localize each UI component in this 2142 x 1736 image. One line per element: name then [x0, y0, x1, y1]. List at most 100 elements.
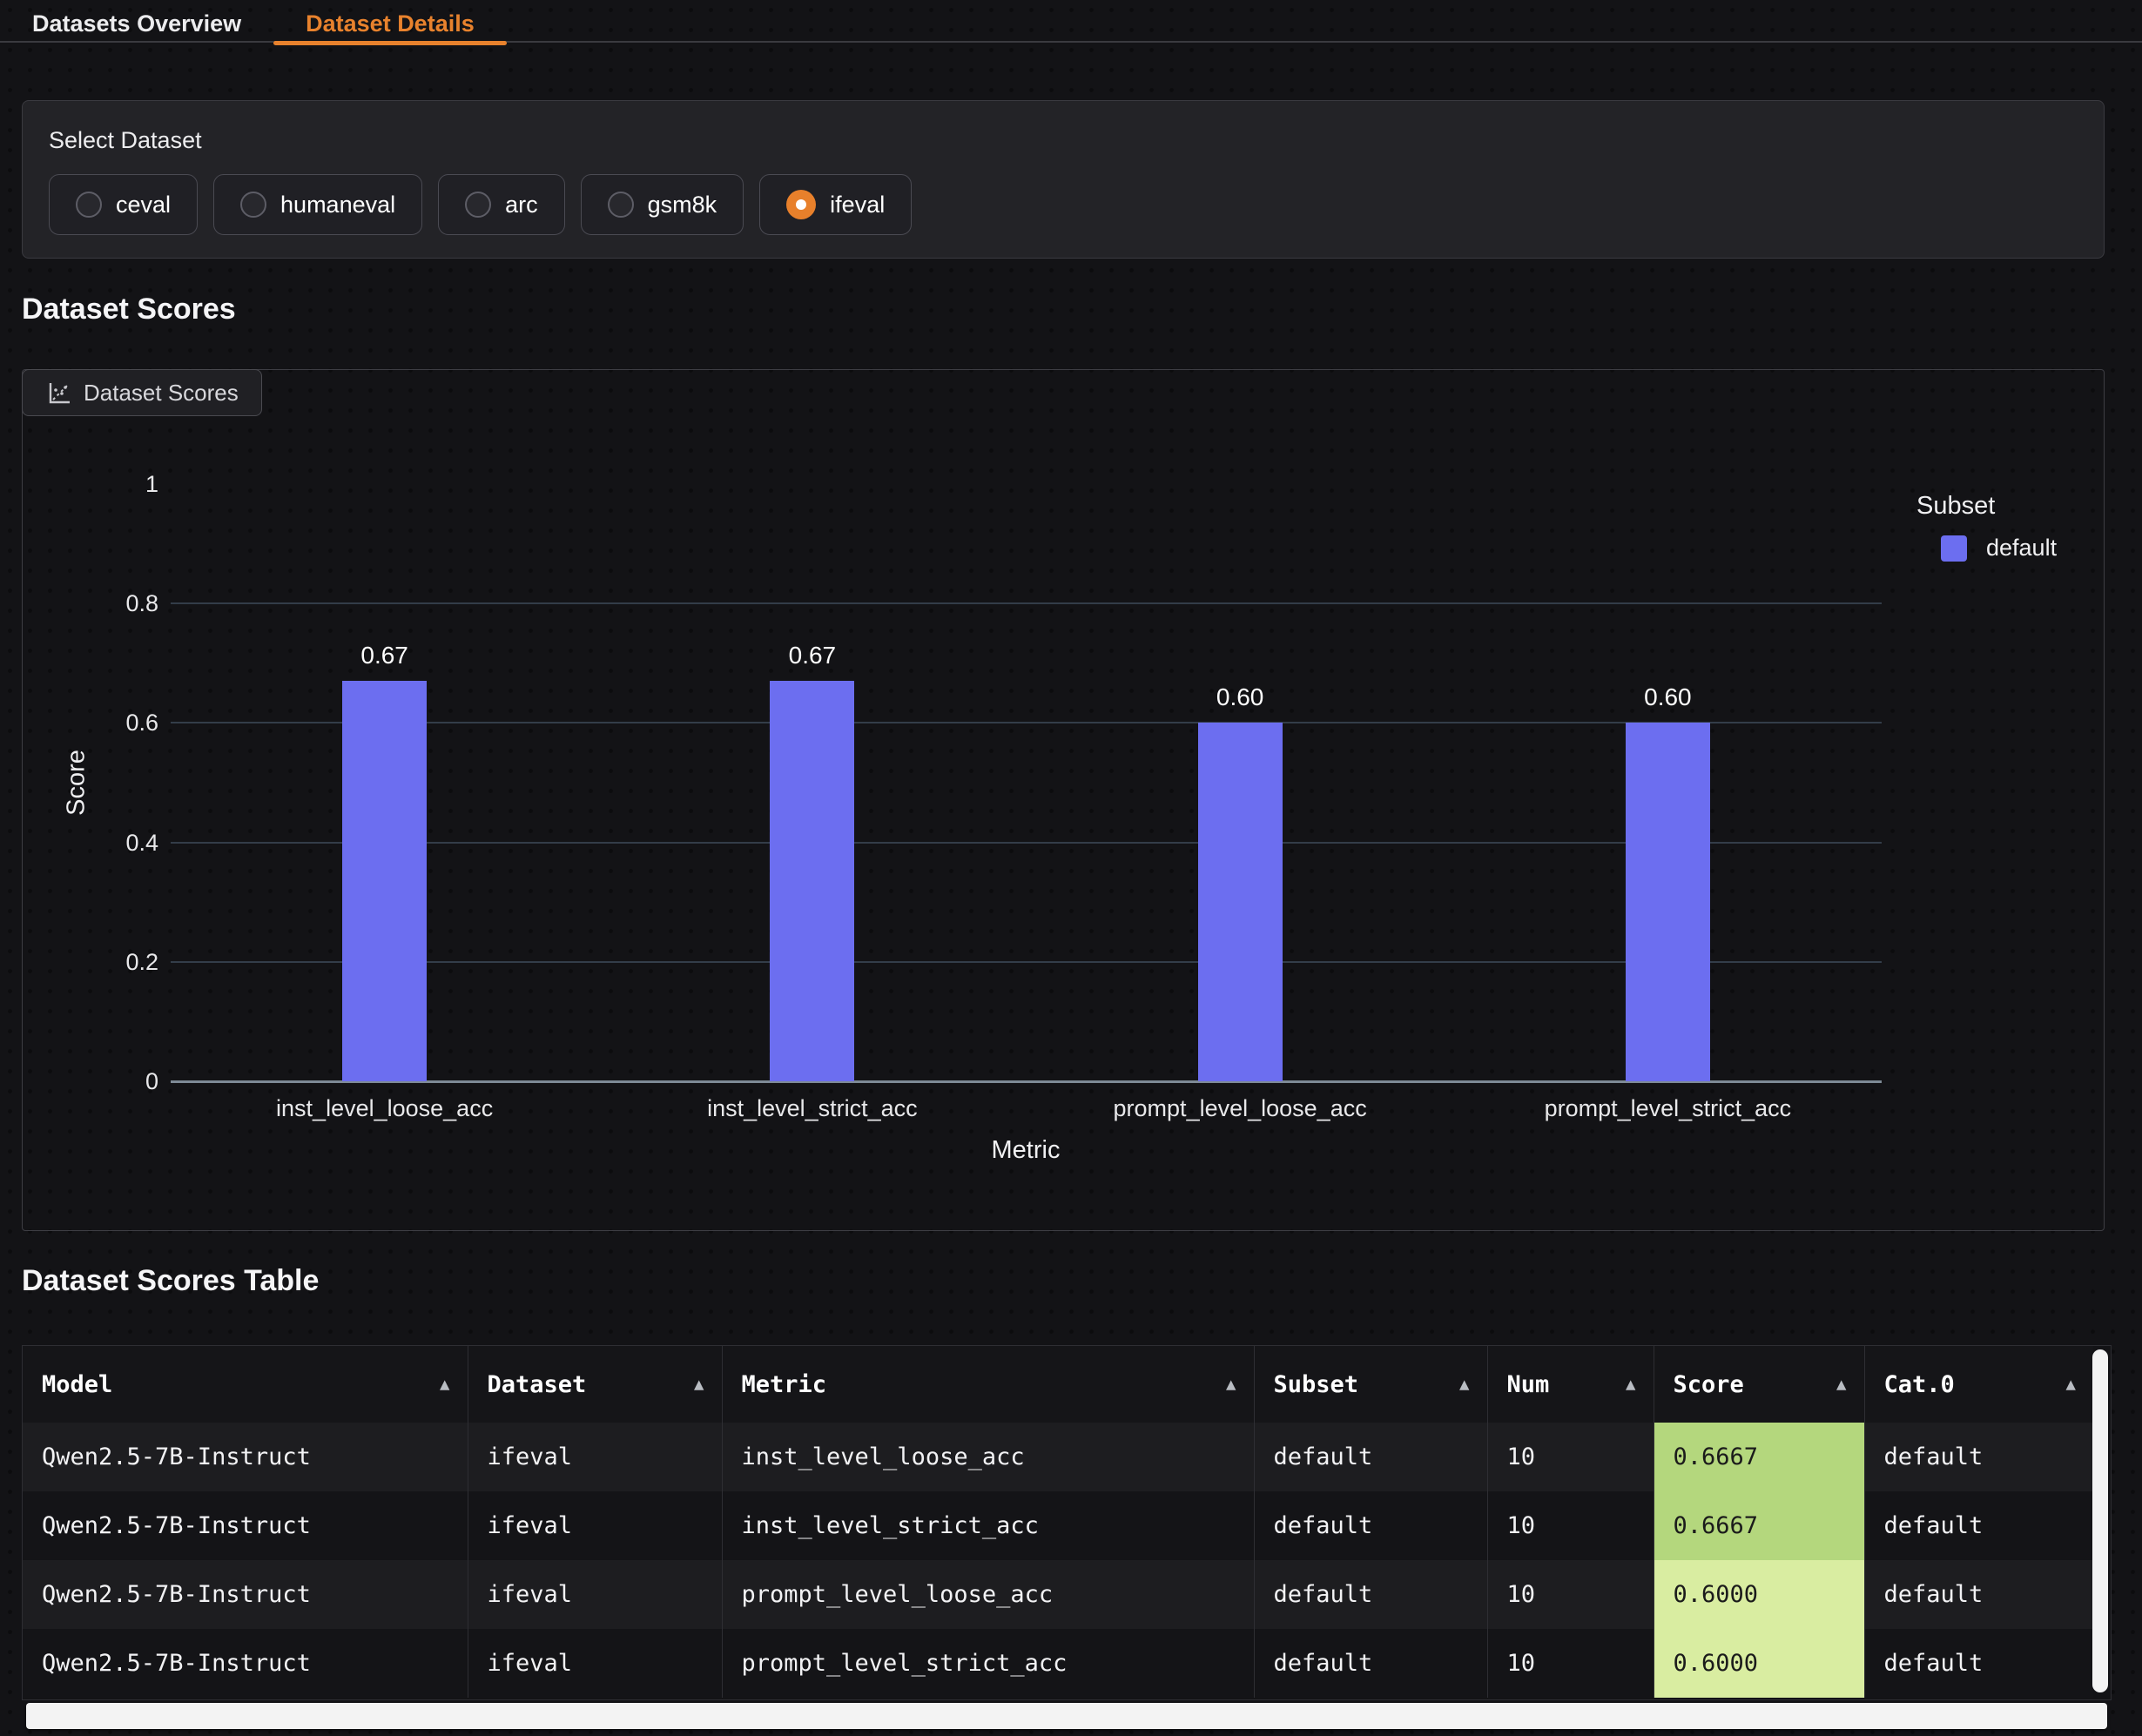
cell-subset: default: [1254, 1629, 1487, 1698]
chart-bar: [1626, 723, 1710, 1081]
column-header-label: Dataset: [488, 1371, 587, 1398]
column-header-num[interactable]: Num ▲: [1487, 1346, 1654, 1423]
tab-dataset-details[interactable]: Dataset Details: [273, 0, 507, 43]
y-axis-tick-label: 0.2: [54, 948, 158, 976]
sort-asc-icon: ▲: [1226, 1375, 1236, 1394]
legend-swatch-icon: [1941, 535, 1967, 562]
dataset-option-label: arc: [505, 192, 538, 219]
radio-unselected-icon: [76, 192, 102, 218]
bar-value-label: 0.67: [789, 642, 837, 670]
y-axis-tick-label: 1: [54, 470, 158, 498]
chart-bar: [1198, 723, 1283, 1081]
dataset-option-ceval[interactable]: ceval: [49, 174, 198, 235]
column-header-score[interactable]: Score ▲: [1654, 1346, 1864, 1423]
sort-asc-icon: ▲: [440, 1375, 449, 1394]
cell-model: Qwen2.5-7B-Instruct: [23, 1560, 468, 1629]
dataset-option-label: humaneval: [280, 192, 395, 219]
chart-bar: [770, 681, 854, 1081]
column-header-label: Metric: [742, 1371, 827, 1398]
cell-subset: default: [1254, 1491, 1487, 1560]
column-header-cat-0[interactable]: Cat.0▲: [1864, 1346, 2093, 1423]
cell-metric: prompt_level_strict_acc: [722, 1629, 1254, 1698]
x-axis-tick-label: inst_level_strict_acc: [707, 1095, 918, 1122]
dataset-radio-group: ceval humaneval arc gsm8k ifeval: [49, 174, 912, 235]
bar-value-label: 0.67: [360, 642, 408, 670]
y-axis-tick-label: 0.4: [54, 829, 158, 857]
cell-model: Qwen2.5-7B-Instruct: [23, 1491, 468, 1560]
column-header-metric[interactable]: Metric ▲: [722, 1346, 1254, 1423]
legend-item[interactable]: default: [1941, 535, 2057, 562]
cell-score: 0.6667: [1654, 1491, 1864, 1560]
cell-dataset: ifeval: [468, 1629, 722, 1698]
column-header-label: Subset: [1274, 1371, 1359, 1398]
dataset-scores-heading: Dataset Scores: [22, 293, 236, 326]
dataset-scores-table: Model▲Dataset▲Metric▲Subset▲Num▲Score▲Ca…: [22, 1345, 2112, 1700]
y-axis-tick-label: 0.6: [54, 709, 158, 737]
dataset-option-humaneval[interactable]: humaneval: [213, 174, 422, 235]
table-vertical-scrollbar[interactable]: [2092, 1349, 2108, 1692]
cell-score: 0.6667: [1654, 1423, 1864, 1491]
dataset-option-label: ceval: [116, 192, 171, 219]
dataset-option-gsm8k[interactable]: gsm8k: [581, 174, 744, 235]
scores-table: Model▲Dataset▲Metric▲Subset▲Num▲Score▲Ca…: [23, 1346, 2093, 1698]
tab-datasets-overview[interactable]: Datasets Overview: [0, 0, 273, 43]
cell-metric: inst_level_loose_acc: [722, 1423, 1254, 1491]
chart-legend: Subset default: [1916, 492, 2057, 562]
cell-cat0: default: [1864, 1629, 2093, 1698]
table-header-row: Model▲Dataset▲Metric▲Subset▲Num▲Score▲Ca…: [23, 1346, 2093, 1423]
cell-metric: inst_level_strict_acc: [722, 1491, 1254, 1560]
dataset-scores-table-heading: Dataset Scores Table: [22, 1264, 319, 1298]
radio-unselected-icon: [465, 192, 491, 218]
sort-asc-icon: ▲: [1836, 1375, 1846, 1394]
table-horizontal-scrollbar[interactable]: [26, 1703, 2107, 1729]
dataset-scores-chart-panel: Dataset Scores Score Metric Subset defau…: [22, 369, 2105, 1231]
legend-item-label: default: [1986, 535, 2057, 562]
table-row: Qwen2.5-7B-Instructifevalprompt_level_st…: [23, 1629, 2093, 1698]
sort-asc-icon: ▲: [1459, 1375, 1469, 1394]
cell-dataset: ifeval: [468, 1491, 722, 1560]
cell-model: Qwen2.5-7B-Instruct: [23, 1423, 468, 1491]
cell-score: 0.6000: [1654, 1560, 1864, 1629]
table-row: Qwen2.5-7B-Instructifevalinst_level_stri…: [23, 1491, 2093, 1560]
chart-bar: [342, 681, 427, 1081]
bar-chart: Score Metric Subset default 00.20.40.60.…: [23, 370, 2104, 1230]
tab-bar: Datasets Overview Dataset Details: [0, 0, 2142, 43]
cell-subset: default: [1254, 1560, 1487, 1629]
cell-cat0: default: [1864, 1560, 2093, 1629]
sort-asc-icon: ▲: [1626, 1375, 1635, 1394]
dataset-option-label: gsm8k: [648, 192, 717, 219]
y-axis-tick-label: 0: [54, 1067, 158, 1095]
column-header-model[interactable]: Model ▲: [23, 1346, 468, 1423]
dataset-option-label: ifeval: [830, 192, 885, 219]
chart-gridline: [171, 602, 1882, 604]
column-header-subset[interactable]: Subset ▲: [1254, 1346, 1487, 1423]
dataset-option-ifeval[interactable]: ifeval: [759, 174, 912, 235]
cell-score: 0.6000: [1654, 1629, 1864, 1698]
bar-value-label: 0.60: [1216, 683, 1264, 711]
x-axis-tick-label: prompt_level_strict_acc: [1545, 1095, 1792, 1122]
column-header-label: Model: [42, 1371, 112, 1398]
table-row: Qwen2.5-7B-Instructifevalinst_level_loos…: [23, 1423, 2093, 1491]
cell-num: 10: [1487, 1491, 1654, 1560]
cell-metric: prompt_level_loose_acc: [722, 1560, 1254, 1629]
x-axis-tick-label: prompt_level_loose_acc: [1114, 1095, 1367, 1122]
cell-num: 10: [1487, 1423, 1654, 1491]
select-dataset-panel: Select Dataset cevalhumanevalarcgsm8kife…: [22, 100, 2105, 259]
cell-cat0: default: [1864, 1423, 2093, 1491]
y-axis-title: Score: [63, 750, 91, 816]
column-header-label: Num: [1507, 1371, 1550, 1398]
column-header-label: Score: [1674, 1371, 1744, 1398]
cell-dataset: ifeval: [468, 1423, 722, 1491]
radio-selected-icon: [786, 190, 816, 219]
dataset-option-arc[interactable]: arc: [438, 174, 565, 235]
column-header-dataset[interactable]: Dataset▲: [468, 1346, 722, 1423]
y-axis-tick-label: 0.8: [54, 589, 158, 617]
legend-title: Subset: [1916, 492, 2057, 521]
cell-num: 10: [1487, 1560, 1654, 1629]
cell-subset: default: [1254, 1423, 1487, 1491]
x-axis-tick-label: inst_level_loose_acc: [276, 1095, 493, 1122]
sort-asc-icon: ▲: [2066, 1375, 2076, 1394]
bar-value-label: 0.60: [1644, 683, 1692, 711]
radio-unselected-icon: [608, 192, 634, 218]
legend-items: default: [1916, 535, 2057, 562]
